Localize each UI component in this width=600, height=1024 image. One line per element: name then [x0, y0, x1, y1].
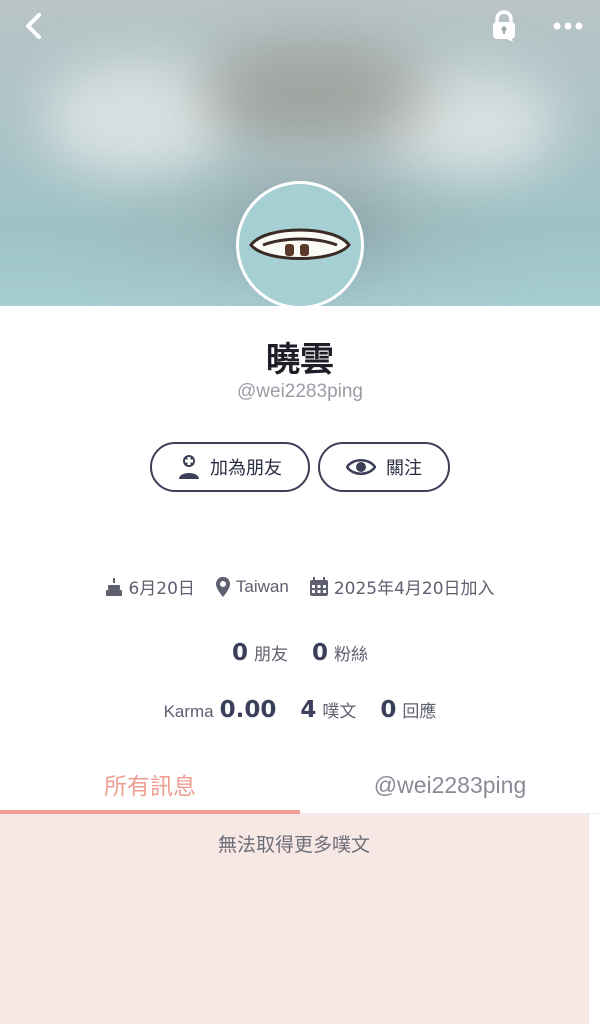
more-options-button[interactable]	[548, 6, 588, 46]
activity-counts: Karma 0.00 4 噗文 0 回應	[0, 697, 600, 723]
plurks-label: 噗文	[322, 702, 357, 722]
privacy-lock-button[interactable]	[484, 6, 524, 46]
user-handle: @wei2283ping	[237, 381, 363, 402]
add-friend-button[interactable]: 加為朋友	[150, 442, 310, 492]
tab-all-messages[interactable]: 所有訊息	[0, 758, 300, 814]
scroll-edge	[588, 814, 600, 1024]
display-name: 曉雲	[266, 340, 334, 380]
replies-count: 0	[380, 697, 397, 723]
replies-label: 回應	[402, 702, 437, 722]
more-icon	[553, 22, 583, 30]
location-item: Taiwan	[215, 576, 289, 598]
fans-label: 粉絲	[334, 645, 369, 665]
avatar[interactable]	[236, 181, 364, 309]
back-icon	[26, 13, 41, 39]
back-button[interactable]	[14, 6, 54, 46]
profile-meta: 6月20日 Taiwan 2025年4月20日加入	[0, 574, 600, 599]
location-text: Taiwan	[235, 576, 289, 596]
eye-icon	[346, 459, 376, 475]
tab-mentions[interactable]: @wei2283ping	[300, 758, 600, 814]
friends-label: 朋友	[254, 645, 288, 665]
lock-icon	[493, 10, 515, 42]
follow-button[interactable]: 關注	[318, 442, 450, 492]
follow-label: 關注	[386, 458, 422, 479]
calendar-icon	[309, 576, 328, 596]
add-user-icon	[179, 455, 199, 479]
birthday-item: 6月20日	[105, 574, 195, 599]
replies-stat: 0 回應	[380, 697, 436, 723]
karma-label: Karma	[163, 702, 214, 721]
karma-stat: Karma 0.00	[164, 697, 277, 723]
karma-value: 0.00	[219, 697, 277, 723]
plurks-stat: 4 噗文	[300, 697, 356, 723]
fans-count-link[interactable]: 0 粉絲	[312, 640, 368, 666]
location-pin-icon	[215, 576, 230, 597]
friends-count: 0	[231, 640, 248, 666]
joined-text: 2025年4月20日加入	[333, 579, 495, 599]
timeline-content[interactable]: 無法取得更多噗文	[0, 814, 588, 1024]
friends-count-link[interactable]: 0 朋友	[232, 640, 288, 666]
plurks-count: 4	[300, 697, 317, 723]
add-friend-label: 加為朋友	[210, 458, 282, 479]
empty-timeline-message: 無法取得更多噗文	[217, 834, 370, 856]
avatar-eye-drawing	[249, 228, 351, 260]
social-counts: 0 朋友 0 粉絲	[0, 640, 600, 666]
timeline-tabs: 所有訊息 @wei2283ping	[0, 758, 600, 814]
fans-count: 0	[312, 640, 329, 666]
birthday-text: 6月20日	[128, 579, 195, 599]
joined-item: 2025年4月20日加入	[309, 574, 495, 599]
cake-icon	[106, 577, 123, 596]
